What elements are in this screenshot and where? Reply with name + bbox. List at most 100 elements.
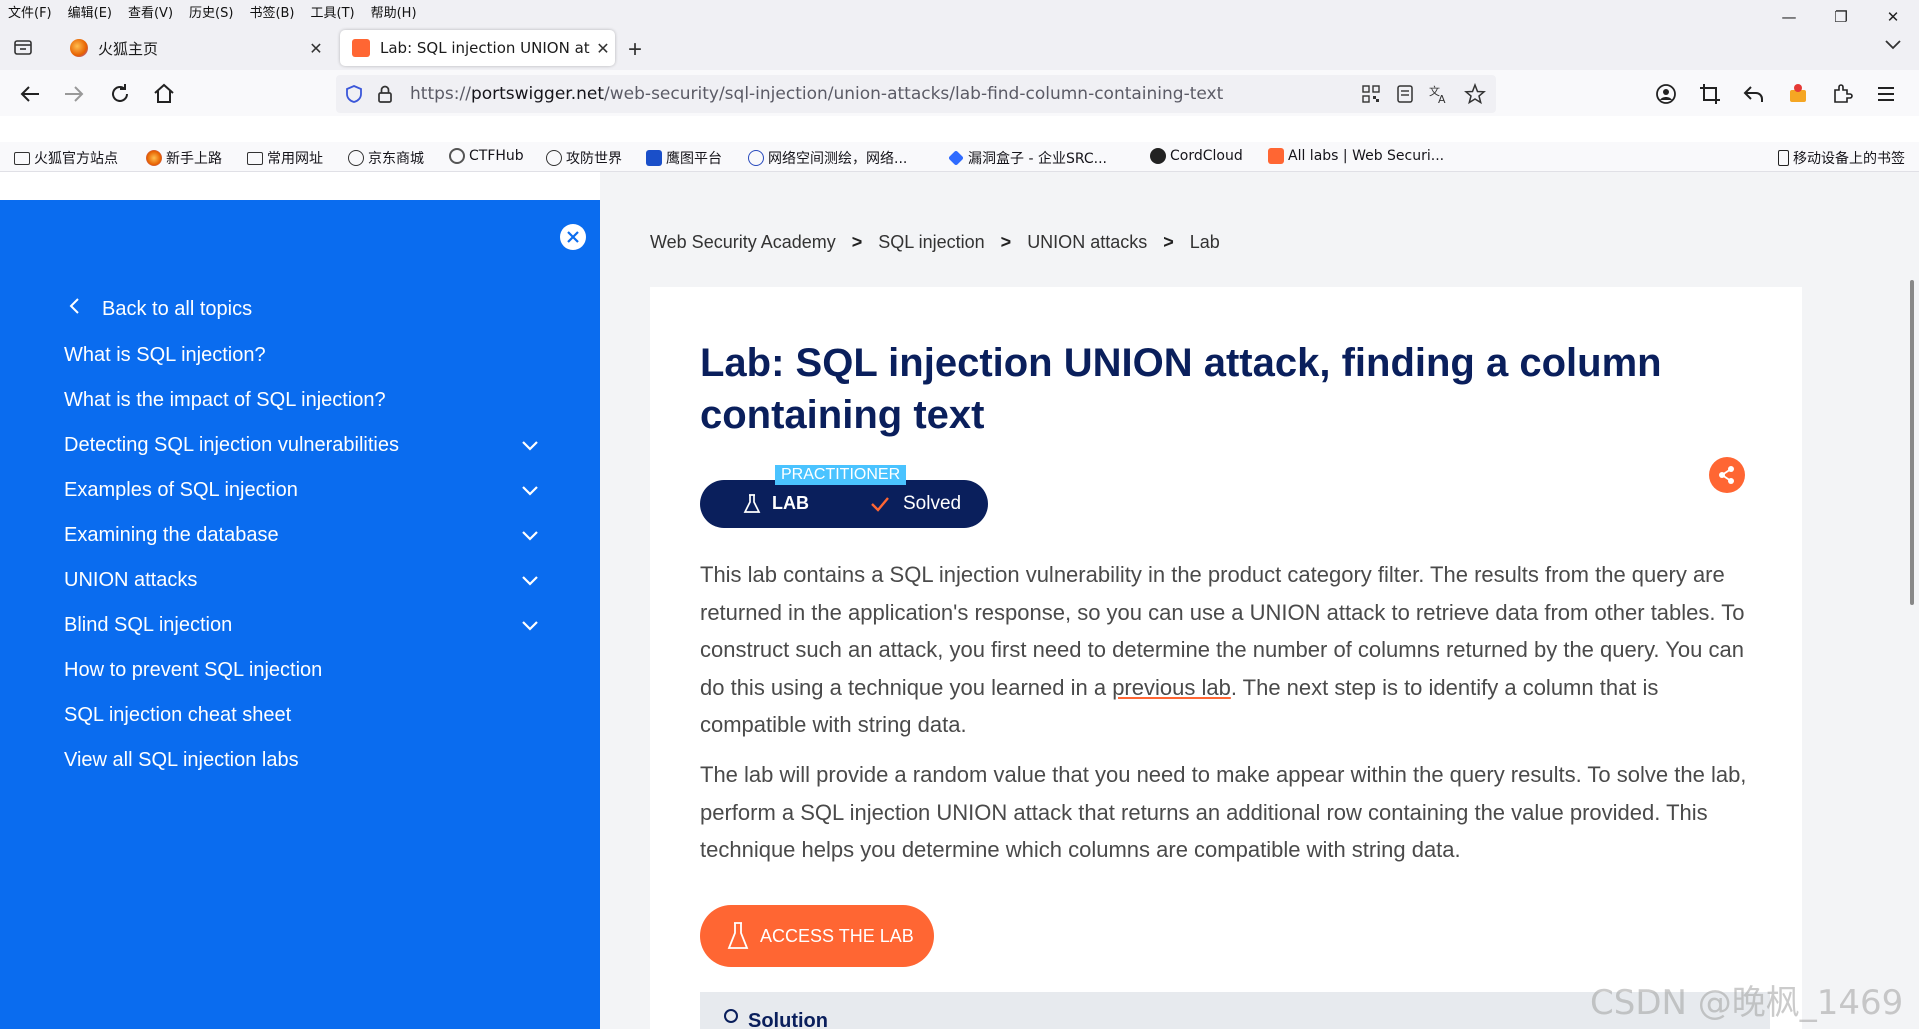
sidebar-item-what-is-sqli[interactable]: What is SQL injection? bbox=[64, 344, 266, 367]
forward-icon[interactable] bbox=[62, 82, 86, 106]
url-text: https://portswigger.net/web-security/sql… bbox=[410, 84, 1224, 104]
tab-active-lab[interactable]: Lab: SQL injection UNION at ✕ bbox=[340, 30, 615, 66]
new-tab-icon[interactable]: + bbox=[628, 36, 642, 64]
tab-bar: 火狐主页 ✕ Lab: SQL injection UNION at ✕ + bbox=[0, 22, 1919, 70]
reload-icon[interactable] bbox=[108, 82, 132, 106]
portswigger-icon bbox=[1268, 148, 1284, 164]
hunter-icon bbox=[646, 150, 662, 166]
breadcrumb-separator: > bbox=[851, 232, 863, 252]
sidebar-item-detecting[interactable]: Detecting SQL injection vulnerabilities bbox=[64, 434, 399, 457]
bookmark-item[interactable]: CTFHub bbox=[449, 148, 524, 164]
back-icon[interactable] bbox=[18, 82, 42, 106]
menu-edit[interactable]: 编辑(E) bbox=[60, 2, 120, 21]
menu-help[interactable]: 帮助(H) bbox=[363, 2, 425, 21]
bookmark-item[interactable]: 鹰图平台 bbox=[646, 148, 722, 168]
sidebar-item-impact[interactable]: What is the impact of SQL injection? bbox=[64, 389, 386, 412]
firefox-icon bbox=[146, 150, 162, 166]
previous-lab-link[interactable]: previous lab bbox=[1112, 675, 1231, 700]
watermark: CSDN @晚枫_1469 bbox=[1590, 983, 1904, 1023]
bookmark-item[interactable]: 新手上路 bbox=[146, 148, 222, 168]
flask-icon bbox=[743, 494, 761, 513]
breadcrumb-academy[interactable]: Web Security Academy bbox=[650, 232, 836, 253]
bookmark-star-icon[interactable] bbox=[1464, 83, 1486, 105]
chevron-down-icon[interactable] bbox=[1885, 40, 1901, 50]
close-sidebar-button[interactable] bbox=[560, 224, 586, 250]
undo-icon[interactable] bbox=[1742, 82, 1766, 106]
menu-view[interactable]: 查看(V) bbox=[120, 2, 181, 21]
qr-code-icon[interactable] bbox=[1362, 85, 1380, 103]
nav-bar: https://portswigger.net/web-security/sql… bbox=[0, 70, 1919, 116]
access-lab-button[interactable]: ACCESS THE LAB bbox=[700, 905, 934, 967]
checkmark-icon bbox=[871, 497, 889, 512]
menu-bookmarks[interactable]: 书签(B) bbox=[241, 2, 302, 21]
level-badge: PRACTITIONER bbox=[775, 465, 907, 485]
lab-description: This lab contains a SQL injection vulner… bbox=[700, 562, 1745, 737]
bookmark-item[interactable]: 京东商城 bbox=[348, 148, 424, 168]
menu-history[interactable]: 历史(S) bbox=[181, 2, 241, 21]
close-tab-icon[interactable]: ✕ bbox=[591, 39, 615, 58]
extensions-puzzle-icon[interactable] bbox=[1830, 82, 1854, 106]
page-title: Lab: SQL injection UNION attack, finding… bbox=[700, 341, 1662, 437]
chevron-down-icon[interactable] bbox=[520, 439, 540, 453]
tab-title: Lab: SQL injection UNION at bbox=[380, 39, 590, 57]
sidebar-item-cheat-sheet[interactable]: SQL injection cheat sheet bbox=[64, 704, 291, 727]
folder-icon bbox=[14, 151, 30, 165]
globe-icon bbox=[546, 150, 562, 166]
sidebar-item-union[interactable]: UNION attacks bbox=[64, 569, 197, 592]
account-icon[interactable] bbox=[1654, 82, 1678, 106]
translate-icon[interactable]: 文A bbox=[1428, 83, 1450, 105]
home-icon[interactable] bbox=[152, 82, 176, 106]
share-button[interactable] bbox=[1709, 457, 1745, 493]
cordcloud-icon bbox=[1150, 148, 1166, 164]
back-to-topics-link[interactable]: Back to all topics bbox=[102, 298, 252, 321]
sidebar-item-all-labs[interactable]: View all SQL injection labs bbox=[64, 749, 299, 772]
globe-icon bbox=[348, 150, 364, 166]
breadcrumb-separator: > bbox=[1163, 232, 1174, 252]
breadcrumb-union[interactable]: UNION attacks bbox=[1027, 232, 1147, 253]
bookmark-item[interactable]: CordCloud bbox=[1150, 148, 1243, 164]
tab-firefox-home[interactable]: 火狐主页 ✕ bbox=[58, 30, 328, 66]
lock-icon[interactable] bbox=[376, 84, 394, 104]
url-bar[interactable]: https://portswigger.net/web-security/sql… bbox=[336, 75, 1496, 113]
lab-card: Lab: SQL injection UNION attack, finding… bbox=[650, 287, 1802, 1029]
menu-tools[interactable]: 工具(T) bbox=[303, 2, 363, 21]
sidebar-item-examining[interactable]: Examining the database bbox=[64, 524, 279, 547]
chevron-left-icon[interactable] bbox=[68, 297, 80, 315]
chevron-down-icon[interactable] bbox=[520, 484, 540, 498]
bookmark-item[interactable]: 火狐官方站点 bbox=[14, 148, 118, 168]
breadcrumb-lab[interactable]: Lab bbox=[1190, 232, 1220, 253]
lab-label: LAB bbox=[772, 493, 809, 513]
chevron-down-icon[interactable] bbox=[520, 529, 540, 543]
breadcrumb-sqli[interactable]: SQL injection bbox=[878, 232, 984, 253]
shield-icon[interactable] bbox=[344, 84, 364, 104]
close-tab-icon[interactable]: ✕ bbox=[304, 39, 328, 58]
mobile-bookmarks[interactable]: 移动设备上的书签 bbox=[1778, 148, 1905, 168]
close-icon bbox=[567, 231, 579, 243]
bookmark-item[interactable]: 攻防世界 bbox=[546, 148, 622, 168]
extension-icon[interactable] bbox=[1786, 82, 1810, 106]
hamburger-menu-icon[interactable] bbox=[1874, 82, 1898, 106]
bookmark-item[interactable]: 常用网址 bbox=[247, 148, 323, 168]
sidebar-item-examples[interactable]: Examples of SQL injection bbox=[64, 479, 298, 502]
sidebar-item-blind[interactable]: Blind SQL injection bbox=[64, 614, 232, 637]
page-scrollbar[interactable] bbox=[1910, 280, 1914, 605]
bookmark-item[interactable]: 网络空间测绘，网络... bbox=[748, 148, 907, 168]
menu-file[interactable]: 文件(F) bbox=[0, 2, 60, 21]
menu-bar: 文件(F) 编辑(E) 查看(V) 历史(S) 书签(B) 工具(T) 帮助(H… bbox=[0, 0, 1919, 26]
sidebar-item-prevent[interactable]: How to prevent SQL injection bbox=[64, 659, 322, 682]
bookmark-item[interactable]: 漏洞盒子 - 企业SRC... bbox=[948, 148, 1107, 168]
firefox-icon bbox=[70, 39, 88, 57]
vulbox-icon bbox=[948, 150, 964, 166]
breadcrumb-separator: > bbox=[1000, 232, 1012, 252]
chevron-down-icon[interactable] bbox=[520, 619, 540, 633]
reader-view-icon[interactable] bbox=[1396, 84, 1414, 104]
screenshot-icon[interactable] bbox=[1698, 82, 1722, 106]
bookmarks-bar: 火狐官方站点 新手上路 常用网址 京东商城 CTFHub 攻防世界 鹰图平台 网… bbox=[0, 142, 1919, 172]
topic-sidebar: Back to all topics What is SQL injection… bbox=[0, 200, 600, 1029]
bookmark-item[interactable]: All labs | Web Securi... bbox=[1268, 148, 1444, 164]
chevron-down-icon[interactable] bbox=[520, 574, 540, 588]
lab-instructions: The lab will provide a random value that… bbox=[700, 762, 1747, 862]
ctfhub-icon bbox=[449, 148, 465, 164]
tab-overview-icon[interactable] bbox=[12, 36, 34, 58]
solved-status: Solved bbox=[903, 493, 962, 514]
